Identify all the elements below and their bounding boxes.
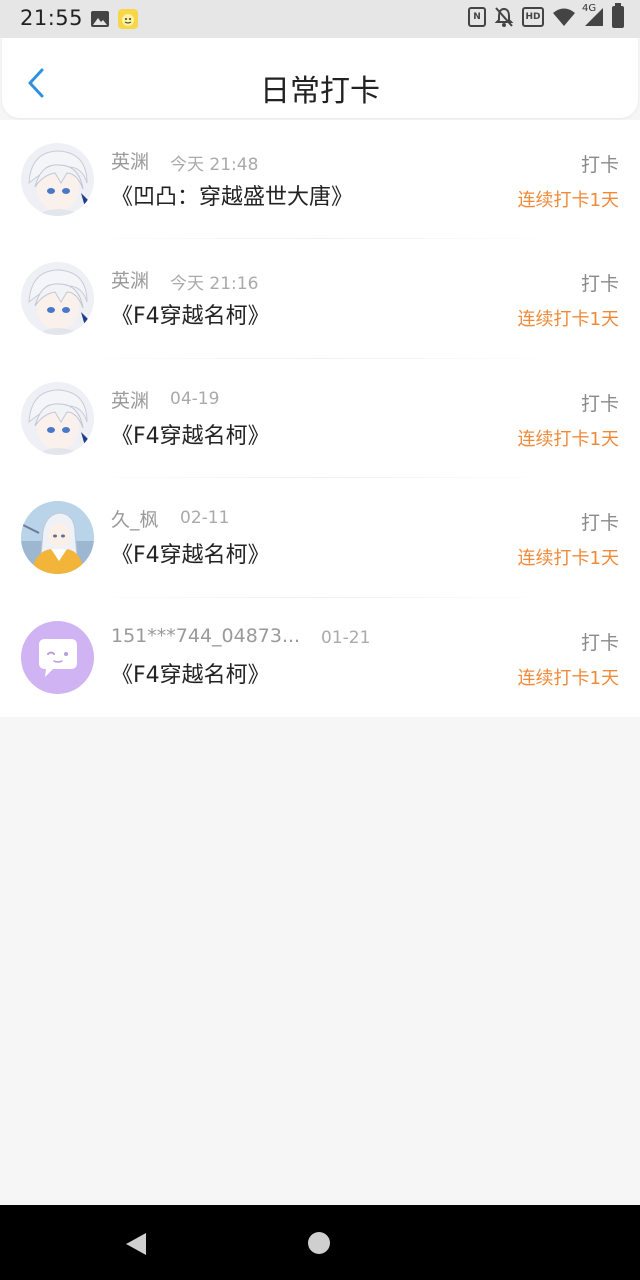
nav-home-icon[interactable] bbox=[308, 1232, 330, 1254]
streak-label: 连续打卡1天 bbox=[517, 309, 619, 331]
status-icons: N HD 4G bbox=[468, 3, 624, 28]
post-time: 01-21 bbox=[321, 627, 371, 648]
hd-icon: HD bbox=[522, 7, 544, 27]
battery-icon bbox=[612, 3, 624, 28]
post-time: 今天 21:16 bbox=[170, 274, 259, 295]
avatar[interactable] bbox=[21, 501, 94, 575]
page-title: 日常打卡 bbox=[260, 74, 380, 109]
user-name: 英渊 bbox=[111, 270, 150, 293]
bell-off-icon bbox=[494, 7, 514, 27]
streak-label: 连续打卡1天 bbox=[517, 548, 619, 570]
list-item[interactable]: 英渊 今天 21:48 《凹凸：穿越盛世大唐》 打卡 连续打卡1天 bbox=[0, 120, 640, 240]
book-title[interactable]: 《F4穿越名柯》 bbox=[111, 657, 270, 689]
post-time: 今天 21:48 bbox=[170, 155, 259, 175]
avatar[interactable] bbox=[21, 381, 94, 455]
checkin-label: 打卡 bbox=[580, 154, 619, 176]
header: 日常打卡 bbox=[2, 38, 638, 118]
avatar[interactable] bbox=[21, 262, 94, 336]
checkin-label: 打卡 bbox=[580, 512, 619, 535]
user-name: 英渊 bbox=[111, 151, 150, 173]
list-item[interactable]: 151***744_04873... 01-21 《F4穿越名柯》 打卡 连续打… bbox=[0, 598, 640, 717]
streak-label: 连续打卡1天 bbox=[517, 428, 619, 450]
streak-label: 连续打卡1天 bbox=[517, 667, 619, 689]
checkin-label: 打卡 bbox=[580, 631, 619, 654]
user-name: 久_枫 bbox=[111, 509, 159, 532]
list-item[interactable]: 英渊 04-19 《F4穿越名柯》 打卡 连续打卡1天 bbox=[0, 359, 640, 479]
user-name: 151***744_04873... bbox=[111, 624, 301, 647]
image-icon bbox=[91, 11, 109, 27]
list-item[interactable]: 英渊 今天 21:16 《F4穿越名柯》 打卡 连续打卡1天 bbox=[0, 239, 640, 359]
app-notification-icon bbox=[118, 9, 138, 29]
post-time: 02-11 bbox=[180, 508, 230, 529]
user-name: 英渊 bbox=[111, 389, 150, 412]
avatar[interactable] bbox=[21, 620, 94, 694]
status-bar: 21:55 N HD 4G bbox=[0, 0, 640, 38]
wifi-icon bbox=[553, 8, 575, 26]
book-title[interactable]: 《F4穿越名柯》 bbox=[111, 298, 270, 330]
streak-label: 连续打卡1天 bbox=[517, 190, 619, 211]
system-nav-bar bbox=[0, 1205, 640, 1280]
book-title[interactable]: 《凹凸：穿越盛世大唐》 bbox=[111, 179, 353, 211]
signal-icon: 4G bbox=[582, 3, 604, 27]
checkin-label: 打卡 bbox=[580, 392, 619, 415]
book-title[interactable]: 《F4穿越名柯》 bbox=[111, 418, 270, 450]
avatar[interactable] bbox=[21, 143, 94, 216]
checkin-list: 英渊 今天 21:48 《凹凸：穿越盛世大唐》 打卡 连续打卡1天 英渊 今天 … bbox=[0, 120, 640, 717]
checkin-label: 打卡 bbox=[580, 273, 619, 296]
status-time: 21:55 bbox=[20, 6, 84, 30]
list-item[interactable]: 久_枫 02-11 《F4穿越名柯》 打卡 连续打卡1天 bbox=[0, 478, 640, 598]
network-type: 4G bbox=[582, 3, 597, 14]
nav-back-icon[interactable] bbox=[124, 1231, 148, 1257]
post-time: 04-19 bbox=[170, 388, 220, 409]
book-title[interactable]: 《F4穿越名柯》 bbox=[111, 537, 270, 569]
nfc-icon: N bbox=[468, 7, 486, 27]
